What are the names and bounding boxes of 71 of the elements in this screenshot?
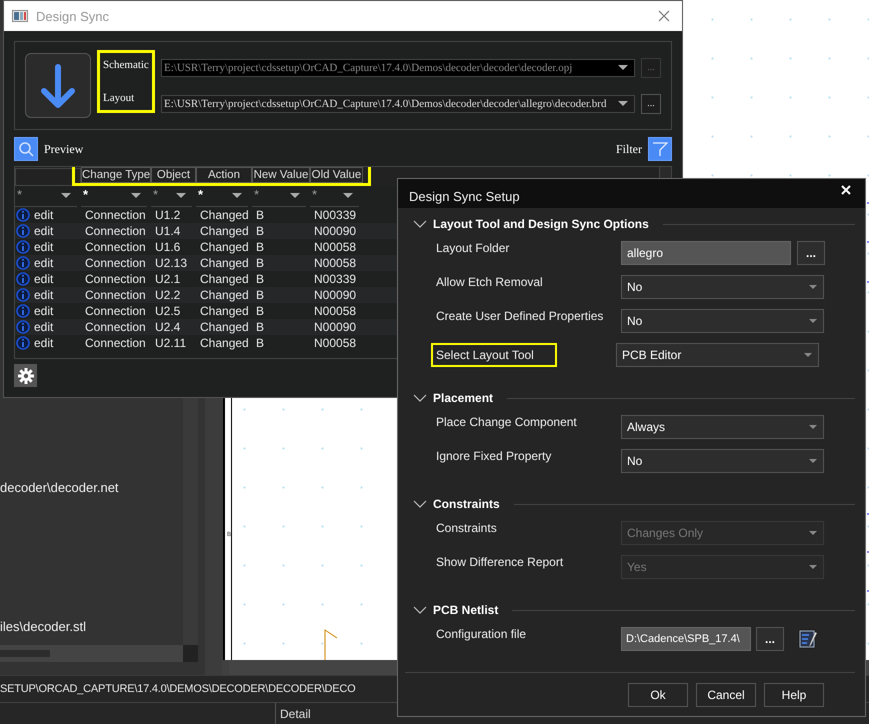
- table-cell-text: Connection: [84, 224, 147, 238]
- table-cell-text: B: [255, 224, 266, 238]
- table-cell-text: B: [255, 256, 266, 270]
- table-cell-text: Connection: [84, 208, 147, 222]
- table-cell-text: Connection: [84, 272, 147, 286]
- table-cell-text: U2.1: [154, 272, 182, 286]
- table-cell-text: Changed: [199, 240, 250, 254]
- table-cell-text: B: [255, 304, 266, 318]
- setting-label: Allow Etch Removal: [436, 274, 544, 289]
- table-cell: edit: [34, 240, 54, 254]
- table-cell-text: N00058: [313, 240, 358, 254]
- table-cell-text: B: [255, 272, 266, 286]
- setting-label: Layout Folder: [436, 240, 510, 255]
- setting-label: Constraints: [436, 520, 498, 535]
- table-cell-text: Connection: [84, 320, 147, 334]
- table-cell-text: U2.13: [154, 256, 188, 270]
- table-cell-text: Changed: [199, 320, 250, 334]
- table-cell-text: B: [255, 208, 266, 222]
- table-cell: edit: [34, 288, 54, 302]
- table-cell-text: U2.2: [154, 288, 182, 302]
- table-cell-text: Changed: [199, 304, 250, 318]
- table-cell: edit: [34, 320, 54, 334]
- table-cell-text: B: [255, 320, 266, 334]
- table-cell-text: Connection: [84, 288, 147, 302]
- table-cell-text: U2.5: [154, 304, 182, 318]
- table-cell-text: Changed: [199, 288, 250, 302]
- table-cell: edit: [34, 336, 54, 350]
- table-cell-text: Changed: [199, 208, 250, 222]
- table-cell-text: Changed: [199, 256, 250, 270]
- preview-label: Preview: [44, 142, 84, 156]
- table-cell-text: U1.2: [154, 208, 182, 222]
- table-cell-text: Connection: [84, 336, 147, 350]
- table-cell-text: N00090: [313, 224, 358, 238]
- table-cell-text: Connection: [84, 256, 147, 270]
- field-label: Layout: [103, 92, 136, 104]
- table-cell-text: U2.11: [154, 336, 188, 350]
- setting-label: Select Layout Tool: [431, 343, 557, 367]
- table-cell: edit: [34, 256, 54, 270]
- table-cell: edit: [34, 224, 54, 238]
- window-title: Design Sync: [36, 8, 110, 24]
- setting-label: Place Change Component: [436, 414, 578, 429]
- table-cell-text: B: [255, 288, 266, 302]
- table-cell-text: N00339: [313, 208, 358, 222]
- table-cell-text: N00090: [313, 320, 358, 334]
- table-cell-text: N00058: [313, 336, 358, 350]
- table-cell-text: Changed: [199, 336, 250, 350]
- section-title: Placement: [433, 391, 494, 405]
- table-cell-text: B: [255, 240, 266, 254]
- table-cell-text: U1.6: [154, 240, 182, 254]
- table-cell-text: U2.4: [154, 320, 182, 334]
- table-cell-text: U1.4: [154, 224, 182, 238]
- section-title: Constraints: [433, 497, 500, 511]
- table-cell-text: N00339: [313, 272, 358, 286]
- table-cell: edit: [34, 272, 54, 286]
- table-cell-text: Changed: [199, 272, 250, 286]
- table-cell-text: Changed: [199, 224, 250, 238]
- dialog-title: Design Sync Setup: [409, 188, 520, 204]
- table-cell: edit: [34, 304, 54, 318]
- filter-label: Filter: [616, 142, 642, 156]
- table-cell-text: Connection: [84, 304, 147, 318]
- table-cell-text: N00090: [313, 288, 358, 302]
- table-cell-text: B: [255, 336, 266, 350]
- setting-label: Show Difference Report: [436, 554, 564, 569]
- field-label: Schematic: [103, 58, 149, 70]
- table-cell-text: N00058: [313, 256, 358, 270]
- setting-label: Configuration file: [436, 626, 528, 641]
- table-cell-text: Connection: [84, 240, 147, 254]
- setting-label: Ignore Fixed Property: [436, 448, 552, 463]
- section-title: PCB Netlist: [433, 603, 498, 617]
- table-cell: edit: [34, 208, 54, 222]
- table-cell-text: N00058: [313, 304, 358, 318]
